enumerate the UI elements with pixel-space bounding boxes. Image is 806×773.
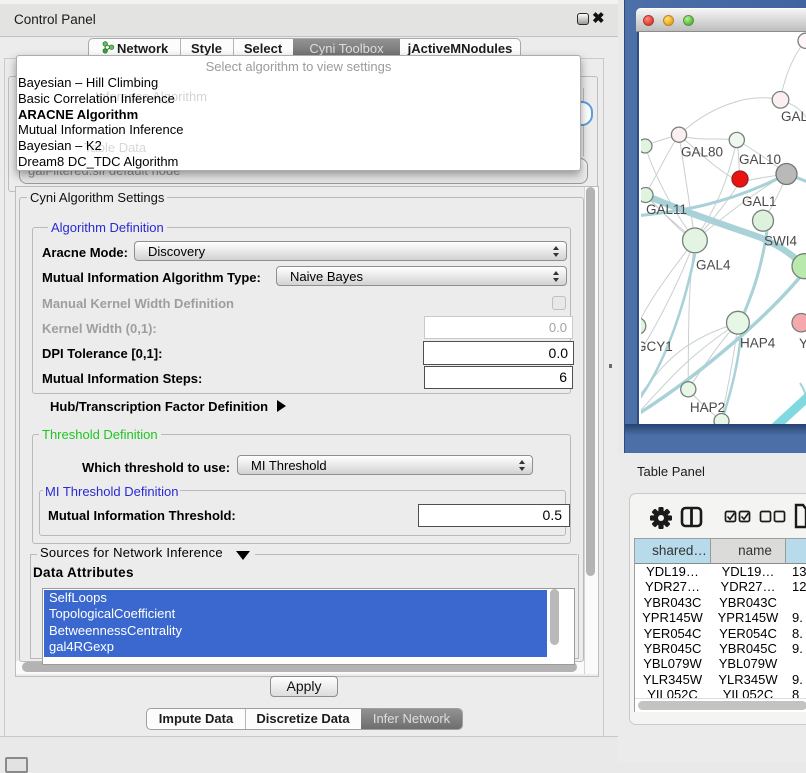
svg-text:GAL11: GAL11 bbox=[646, 202, 687, 217]
svg-text:HAP2: HAP2 bbox=[690, 400, 725, 415]
svg-text:GCY1: GCY1 bbox=[641, 339, 673, 354]
svg-text:GAL: GAL bbox=[781, 109, 806, 124]
svg-text:GAL4: GAL4 bbox=[696, 257, 731, 272]
svg-text:GAL1: GAL1 bbox=[742, 194, 777, 209]
svg-text:HAP4: HAP4 bbox=[740, 336, 776, 351]
svg-text:GAL80: GAL80 bbox=[681, 145, 723, 160]
svg-text:SWI4: SWI4 bbox=[764, 233, 797, 248]
svg-text:Y: Y bbox=[799, 336, 806, 351]
svg-text:GAL10: GAL10 bbox=[739, 152, 781, 167]
